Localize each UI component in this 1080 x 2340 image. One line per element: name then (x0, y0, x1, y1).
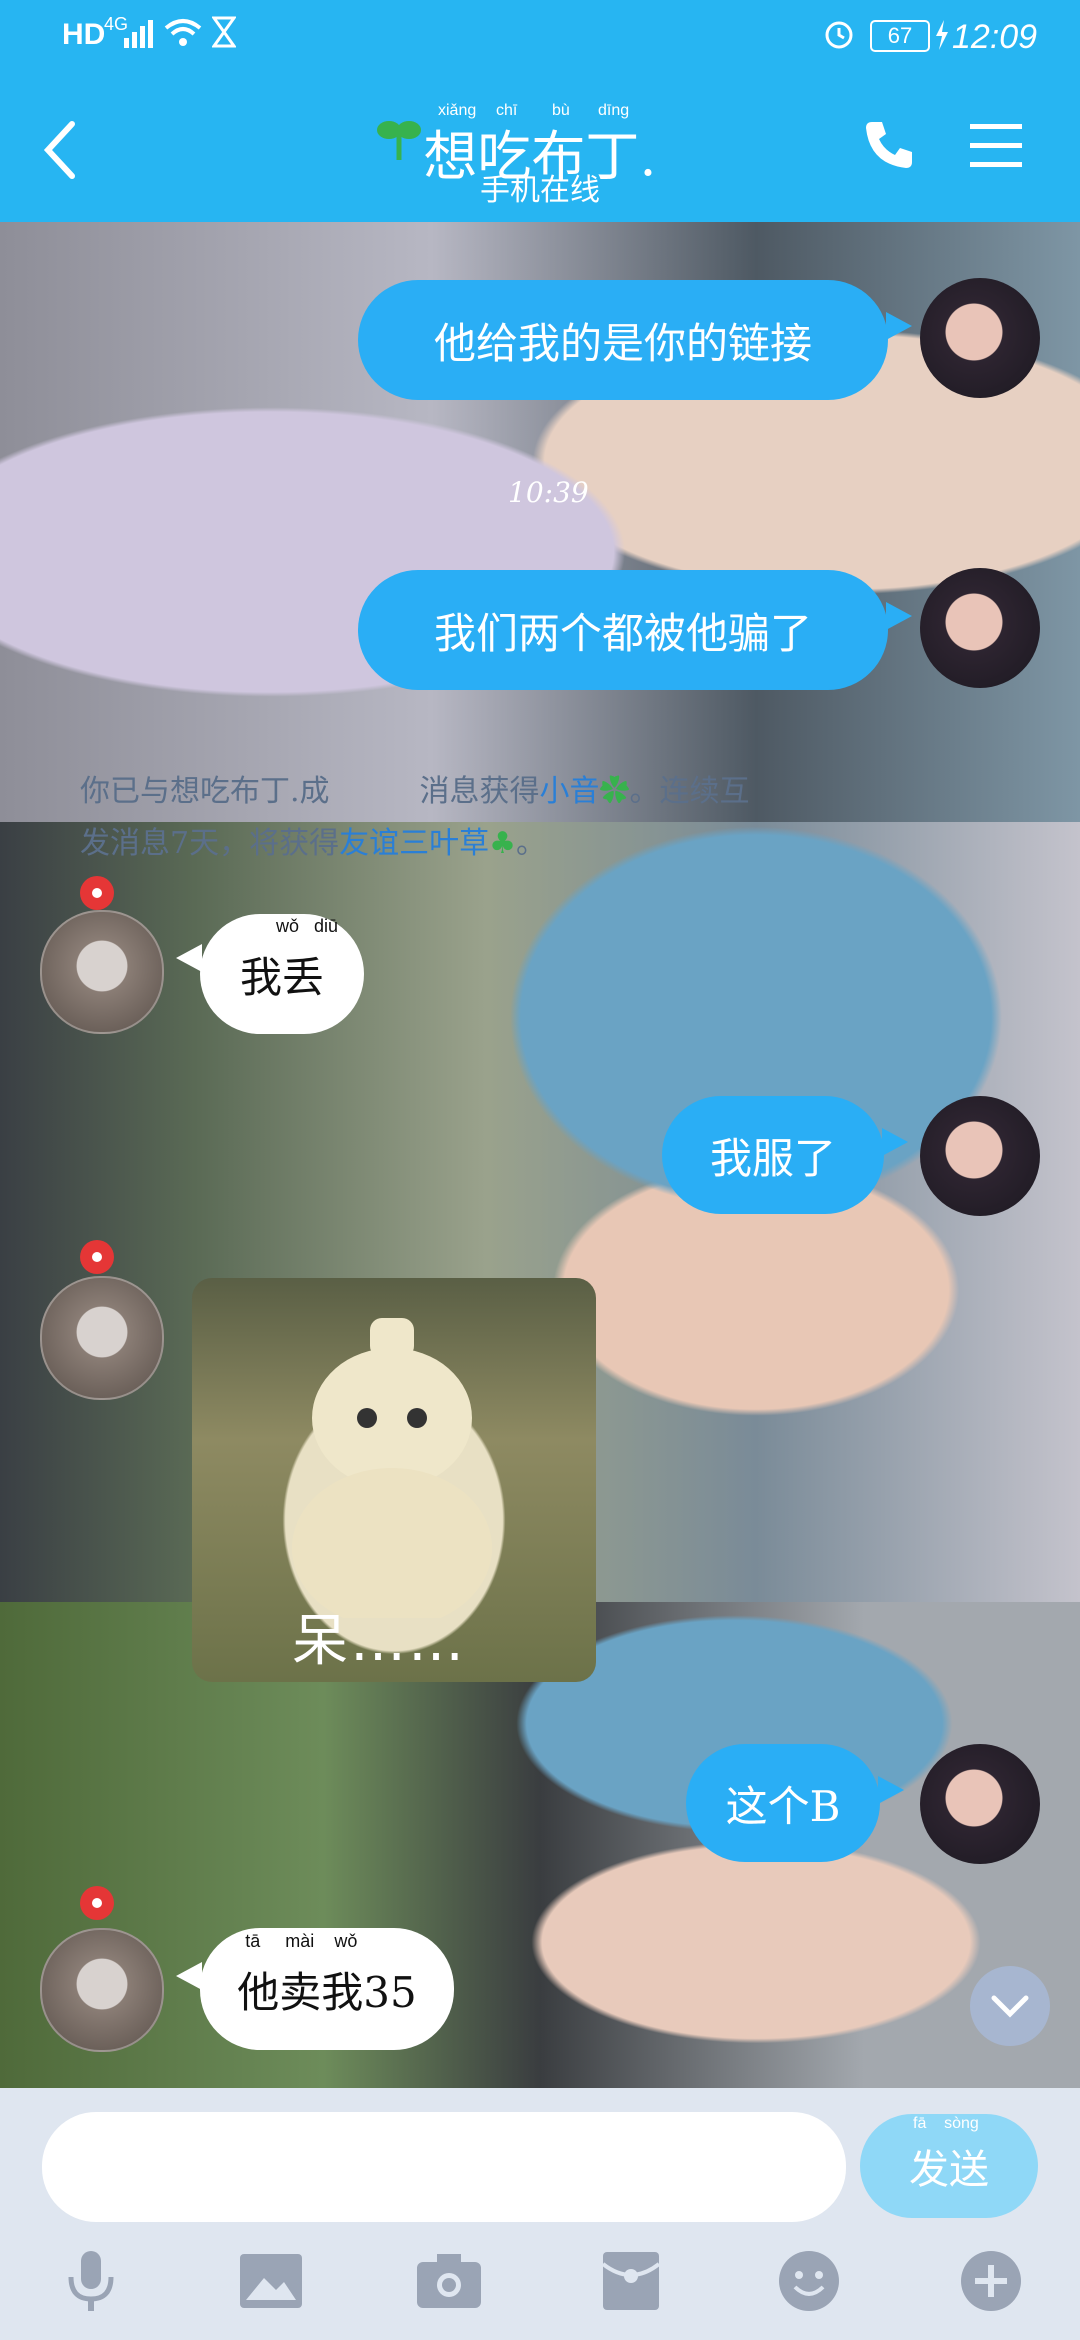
menu-icon (970, 124, 1022, 167)
message-input[interactable] (42, 2112, 846, 2222)
bubble-tail (886, 602, 912, 630)
message-text: 这个B (725, 1781, 841, 1831)
avatar-self[interactable] (920, 568, 1040, 688)
emoji-icon (779, 2251, 839, 2311)
camera-button[interactable] (414, 2246, 484, 2316)
avatar-contact[interactable] (40, 910, 164, 1034)
message-text: 我丢 (239, 952, 324, 1002)
plus-icon (961, 2251, 1021, 2311)
message-bubble-received[interactable]: tā mài wǒ 他卖我35 (200, 1928, 454, 2050)
send-button[interactable]: fā sòng 发送 (860, 2114, 1038, 2218)
message-text: 我服了 (709, 1133, 836, 1183)
image-icon (240, 2254, 302, 2308)
message-text: 他给我的是你的链接 (433, 318, 812, 368)
online-status: 手机在线 (480, 173, 600, 208)
clover-icon: ♣ (489, 826, 516, 861)
message-text: 我们两个都被他骗了 (433, 608, 812, 658)
red-packet-icon (601, 2252, 661, 2310)
chevron-down-icon (991, 1995, 1029, 2018)
hourglass-icon (211, 16, 237, 52)
clock: 12:09 (952, 18, 1038, 56)
message-bubble-received[interactable]: wǒ diū 我丢 (200, 914, 364, 1034)
sticker-caption: 呆…… (292, 1609, 466, 1674)
message-bubble-sent[interactable]: 我们两个都被他骗了 (358, 570, 888, 690)
timestamp: 10:39 (508, 476, 589, 509)
message-bubble-sent[interactable]: 我服了 (662, 1096, 884, 1214)
avatar-self[interactable] (920, 1744, 1040, 1864)
bubble-tail (176, 1962, 202, 1990)
avatar-contact[interactable] (40, 1928, 164, 2052)
flower-badge (80, 1886, 114, 1920)
avatar-self[interactable] (920, 278, 1040, 398)
flower-badge (80, 1240, 114, 1274)
flower-icon (92, 1252, 102, 1262)
message-bubble-sent[interactable]: 他给我的是你的链接 (358, 280, 888, 400)
bubble-tail (882, 1128, 908, 1156)
avatar-contact[interactable] (40, 1276, 164, 1400)
sprout-icon: ✿ (599, 774, 630, 809)
message-bubble-sent[interactable]: 这个B (686, 1744, 880, 1862)
battery-icon: 67 (870, 20, 930, 52)
friendship-clover-link[interactable]: 友谊三叶草 (339, 826, 489, 861)
charging-icon (934, 20, 950, 54)
avatar-self[interactable] (920, 1096, 1040, 1216)
flower-badge (80, 876, 114, 910)
xiaoyin-link[interactable]: 小音 (540, 774, 600, 809)
plush-doll-figure (292, 1318, 492, 1618)
bubble-tail (886, 312, 912, 340)
call-button[interactable] (862, 118, 916, 176)
bubble-tail (176, 944, 202, 972)
menu-button[interactable] (970, 122, 1022, 174)
emoji-button[interactable] (774, 2246, 844, 2316)
signal-icon (124, 18, 160, 52)
hd-indicator: HD (62, 18, 106, 51)
send-label: 发送 (909, 2147, 989, 2193)
camera-icon (417, 2254, 481, 2308)
scroll-to-bottom-button[interactable] (970, 1966, 1050, 2046)
flower-icon (92, 888, 102, 898)
more-button[interactable] (956, 2246, 1026, 2316)
flower-icon (92, 1898, 102, 1908)
battery-level: 67 (887, 23, 913, 48)
system-message-line-2: 发消息7天，将获得友谊三叶草♣。 (80, 826, 546, 861)
microphone-button[interactable] (56, 2246, 126, 2316)
wifi-icon (164, 16, 202, 52)
message-text: 他卖我35 (237, 1967, 417, 2017)
sticker-image[interactable]: 呆…… (192, 1278, 596, 1682)
red-packet-button[interactable] (596, 2246, 666, 2316)
system-message-line-1: 你已与想吃布丁.成 消息获得小音✿。连续互 (80, 774, 750, 809)
phone-icon (866, 122, 912, 168)
bubble-tail (878, 1776, 904, 1804)
alarm-icon (822, 16, 856, 54)
microphone-icon (68, 2251, 114, 2311)
image-button[interactable] (236, 2246, 306, 2316)
